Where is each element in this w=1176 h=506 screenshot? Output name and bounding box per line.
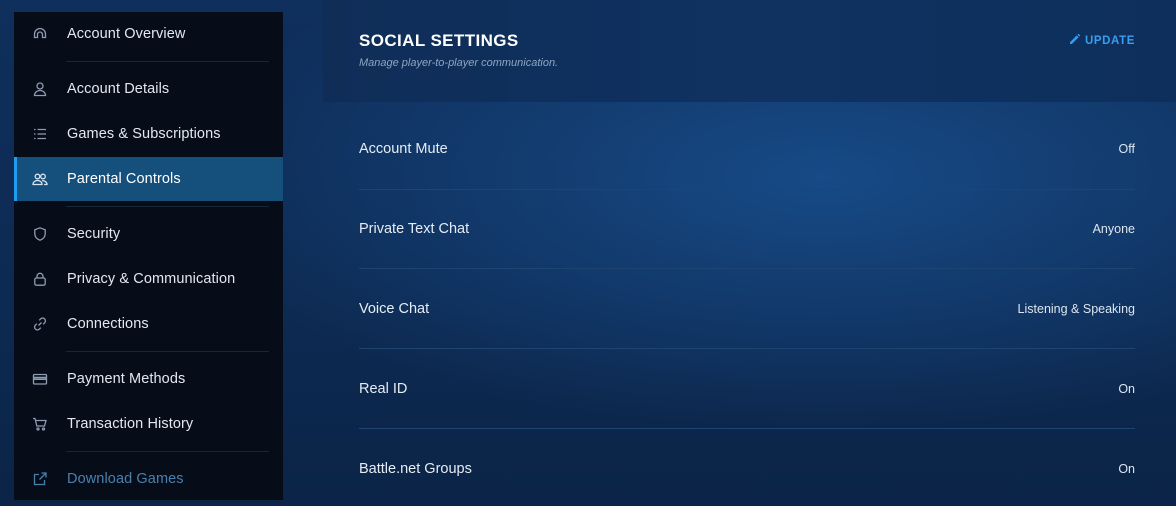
- cart-icon: [32, 416, 48, 432]
- setting-label: Private Text Chat: [359, 221, 470, 237]
- setting-row-voice-chat[interactable]: Voice Chat Listening & Speaking: [359, 269, 1135, 349]
- setting-label: Voice Chat: [359, 301, 430, 317]
- sidebar-divider: [66, 451, 269, 452]
- sidebar-item-privacy-communication[interactable]: Privacy & Communication: [14, 257, 283, 301]
- sidebar-item-label: Payment Methods: [67, 371, 186, 387]
- credit-card-icon: [32, 371, 48, 387]
- sidebar-item-games-subscriptions[interactable]: Games & Subscriptions: [14, 112, 283, 156]
- setting-row-real-id[interactable]: Real ID On: [359, 349, 1135, 429]
- sidebar-item-label: Transaction History: [67, 416, 194, 432]
- sidebar-item-label: Privacy & Communication: [67, 271, 236, 287]
- sidebar-item-security[interactable]: Security: [14, 212, 283, 256]
- sidebar-item-label: Account Details: [67, 81, 170, 97]
- setting-label: Battle.net Groups: [359, 461, 472, 477]
- sidebar-item-parental-controls[interactable]: Parental Controls: [14, 157, 283, 201]
- setting-row-account-mute[interactable]: Account Mute Off: [359, 109, 1135, 189]
- list-icon: [32, 126, 48, 142]
- home-icon: [32, 26, 48, 42]
- page-title: SOCIAL SETTINGS: [359, 31, 519, 50]
- setting-value: On: [1118, 382, 1135, 396]
- sidebar-item-label: Account Overview: [67, 26, 186, 42]
- sidebar-divider: [66, 61, 269, 62]
- pencil-icon: [1069, 33, 1081, 48]
- update-button-label: UPDATE: [1084, 34, 1135, 47]
- setting-label: Account Mute: [359, 141, 448, 157]
- setting-label: Real ID: [359, 381, 408, 397]
- link-icon: [32, 316, 48, 332]
- shield-icon: [32, 226, 48, 242]
- page-subtitle: Manage player-to-player communication.: [359, 57, 559, 69]
- setting-value: Listening & Speaking: [1017, 302, 1135, 316]
- sidebar-item-transaction-history[interactable]: Transaction History: [14, 402, 283, 446]
- setting-row-battlenet-groups[interactable]: Battle.net Groups On: [359, 429, 1135, 506]
- social-settings-panel: SOCIAL SETTINGS Manage player-to-player …: [323, 0, 1176, 506]
- sidebar-item-label: Download Games: [67, 471, 184, 487]
- user-icon: [32, 81, 48, 97]
- external-link-icon: [32, 471, 48, 487]
- setting-value: Anyone: [1092, 222, 1135, 236]
- sidebar-item-download-games[interactable]: Download Games: [14, 457, 283, 500]
- users-icon: [32, 171, 48, 187]
- lock-icon: [32, 271, 48, 287]
- sidebar-divider: [66, 351, 269, 352]
- account-sidebar: Account Overview Account Details Games &…: [14, 12, 283, 500]
- sidebar-item-account-overview[interactable]: Account Overview: [14, 12, 283, 56]
- update-button[interactable]: UPDATE: [1069, 33, 1135, 48]
- sidebar-item-label: Security: [67, 226, 121, 242]
- setting-value: On: [1118, 462, 1135, 476]
- sidebar-divider: [66, 206, 269, 207]
- sidebar-item-connections[interactable]: Connections: [14, 302, 283, 346]
- panel-header: SOCIAL SETTINGS Manage player-to-player …: [323, 0, 1176, 102]
- sidebar-item-account-details[interactable]: Account Details: [14, 67, 283, 111]
- sidebar-item-label: Connections: [67, 316, 149, 332]
- sidebar-item-payment-methods[interactable]: Payment Methods: [14, 357, 283, 401]
- setting-row-private-text-chat[interactable]: Private Text Chat Anyone: [359, 189, 1135, 269]
- setting-value: Off: [1118, 142, 1135, 156]
- sidebar-item-label: Games & Subscriptions: [67, 126, 221, 142]
- sidebar-item-label: Parental Controls: [67, 171, 181, 187]
